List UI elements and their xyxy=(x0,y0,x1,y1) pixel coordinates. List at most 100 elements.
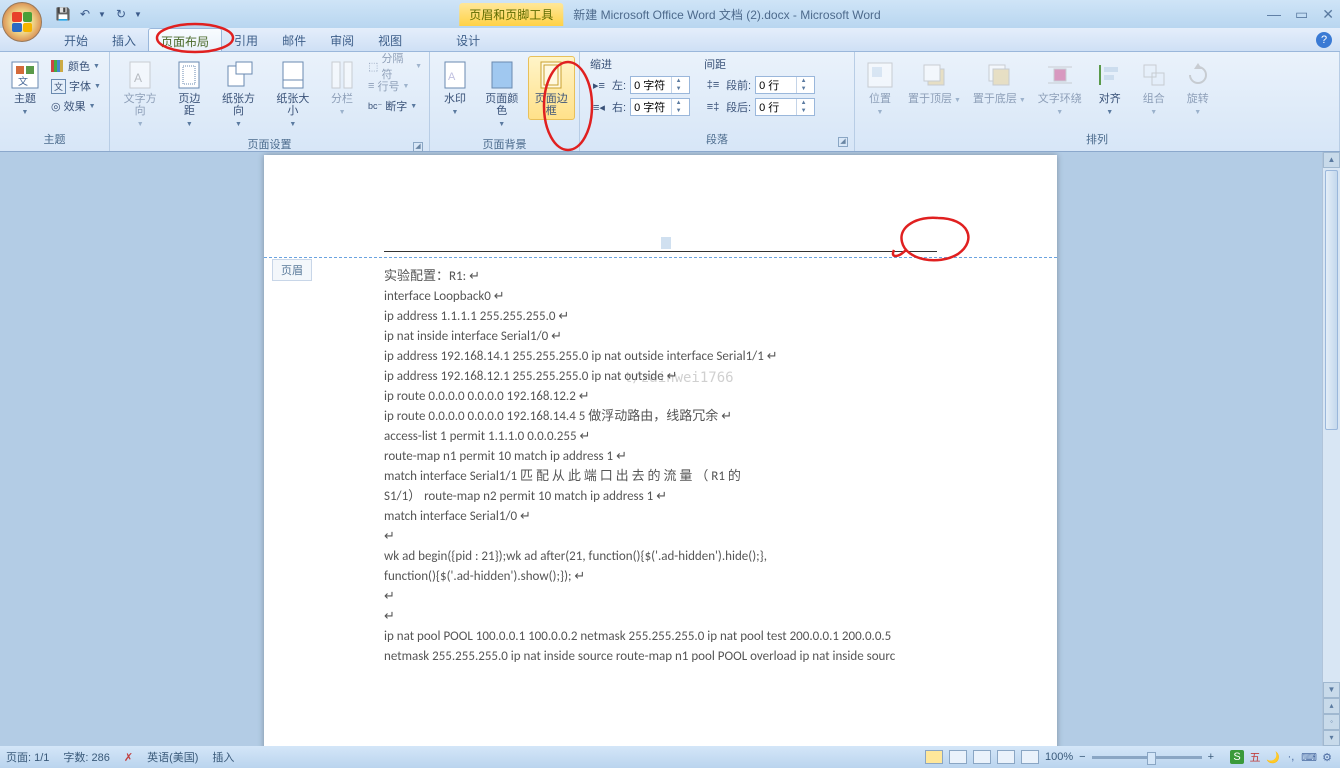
orientation-button[interactable]: 纸张方向▼ xyxy=(212,56,264,134)
columns-button[interactable]: 分栏▼ xyxy=(321,56,363,122)
theme-effects-button[interactable]: ◎效果 ▼ xyxy=(48,96,104,116)
margins-button[interactable]: 页边距▼ xyxy=(168,56,210,134)
outline-view[interactable] xyxy=(997,750,1015,764)
breaks-button[interactable]: ⬚ 分隔符 ▼ xyxy=(365,56,425,76)
print-layout-view[interactable] xyxy=(925,750,943,764)
align-button[interactable]: 对齐▼ xyxy=(1089,56,1131,122)
group-label-page-background: 页面背景 xyxy=(434,134,575,154)
scroll-thumb[interactable] xyxy=(1325,170,1338,430)
document-body[interactable]: 实验配置：R1: ↵ interface Loopback0 ↵ ip addr… xyxy=(384,267,987,667)
rotate-button[interactable]: 旋转▼ xyxy=(1177,56,1219,122)
tab-home[interactable]: 开始 xyxy=(52,28,100,51)
draft-view[interactable] xyxy=(1021,750,1039,764)
space-before-label: 段前: xyxy=(726,77,751,93)
tray-icon[interactable]: S xyxy=(1230,750,1244,764)
minimize-button[interactable]: — xyxy=(1267,6,1281,23)
restore-button[interactable]: ▭ xyxy=(1295,6,1308,23)
group-label-paragraph: 段落 xyxy=(706,134,728,146)
line-numbers-button[interactable]: ≡ 行号 ▼ xyxy=(365,76,425,96)
status-bar: 页面: 1/1 字数: 286 ✗ 英语(美国) 插入 100% − + S 五… xyxy=(0,746,1340,768)
bring-front-button[interactable]: 置于顶层 ▼ xyxy=(903,56,966,110)
tray-icon[interactable]: 🌙 xyxy=(1266,750,1280,764)
help-button[interactable]: ? xyxy=(1316,32,1332,48)
paragraph-launcher[interactable]: ◢ xyxy=(838,137,848,147)
group-paragraph: 缩进 ▸≡左:▲▼ ≡◂右:▲▼ 间距 ‡≡段前:▲▼ ≡‡段后:▲▼ 段落◢ xyxy=(580,52,855,151)
group-label-page-setup: 页面设置 xyxy=(248,139,292,151)
indent-label: 缩进 xyxy=(590,56,690,74)
zoom-level[interactable]: 100% xyxy=(1045,751,1073,763)
office-button[interactable] xyxy=(2,2,42,42)
status-language[interactable]: 英语(美国) xyxy=(147,749,198,765)
page-borders-button[interactable]: 页面边框 xyxy=(528,56,576,120)
group-label-arrange: 排列 xyxy=(859,129,1335,149)
space-after-input[interactable]: ▲▼ xyxy=(755,98,815,116)
fullscreen-view[interactable] xyxy=(949,750,967,764)
zoom-slider[interactable] xyxy=(1092,756,1202,759)
document-area[interactable]: 页眉 t/zainwei1766 实验配置：R1: ↵ interface Lo… xyxy=(0,152,1340,746)
browse-object-button[interactable]: ◦ xyxy=(1323,714,1340,730)
system-tray: S 五 🌙 ·, ⌨ ⚙ xyxy=(1230,750,1334,764)
scroll-up-button[interactable]: ▲ xyxy=(1323,152,1340,168)
status-page[interactable]: 页面: 1/1 xyxy=(6,749,49,765)
theme-colors-button[interactable]: 颜色 ▼ xyxy=(48,56,104,76)
quick-access-toolbar: 💾 ↶ ▼ ↻ ▼ xyxy=(54,5,144,23)
page: 页眉 t/zainwei1766 实验配置：R1: ↵ interface Lo… xyxy=(264,155,1057,746)
themes-button[interactable]: 文 主题▼ xyxy=(4,56,46,122)
vertical-scrollbar[interactable]: ▲ ▼ ▴ ◦ ▾ xyxy=(1322,152,1340,746)
tab-page-layout[interactable]: 页面布局 xyxy=(148,28,222,51)
title-bar: 💾 ↶ ▼ ↻ ▼ 页眉和页脚工具 新建 Microsoft Office Wo… xyxy=(0,0,1340,28)
web-layout-view[interactable] xyxy=(973,750,991,764)
save-icon[interactable]: 💾 xyxy=(54,5,72,23)
proofing-icon[interactable]: ✗ xyxy=(124,751,133,764)
undo-dropdown[interactable]: ▼ xyxy=(98,10,108,19)
group-label-themes: 主题 xyxy=(4,129,105,149)
svg-text:A: A xyxy=(448,71,456,83)
header-boundary xyxy=(264,257,1057,258)
tab-references[interactable]: 引用 xyxy=(222,28,270,51)
hyphenation-button[interactable]: bc⁻ 断字 ▼ xyxy=(365,96,425,116)
undo-icon[interactable]: ↶ xyxy=(76,5,94,23)
tab-review[interactable]: 审阅 xyxy=(318,28,366,51)
tab-view[interactable]: 视图 xyxy=(366,28,414,51)
space-before-input[interactable]: ▲▼ xyxy=(755,76,815,94)
close-button[interactable]: ✕ xyxy=(1322,6,1334,23)
qat-customize[interactable]: ▼ xyxy=(134,10,144,19)
tray-icon[interactable]: ⚙ xyxy=(1320,750,1334,764)
indent-left-input[interactable]: ▲▼ xyxy=(630,76,690,94)
page-setup-launcher[interactable]: ◢ xyxy=(413,142,423,152)
tray-icon[interactable]: 五 xyxy=(1248,750,1262,764)
redo-icon[interactable]: ↻ xyxy=(112,5,130,23)
text-wrap-button[interactable]: 文字环绕▼ xyxy=(1033,56,1087,122)
tab-mailings[interactable]: 邮件 xyxy=(270,28,318,51)
ribbon-tabs: 开始 插入 页面布局 引用 邮件 审阅 视图 设计 ? xyxy=(0,28,1340,52)
status-word-count[interactable]: 字数: 286 xyxy=(63,749,109,765)
space-after-icon: ≡‡ xyxy=(704,100,722,114)
prev-page-button[interactable]: ▴ xyxy=(1323,698,1340,714)
contextual-tab-label: 页眉和页脚工具 xyxy=(459,3,563,26)
tab-design[interactable]: 设计 xyxy=(444,28,492,51)
tray-icon[interactable]: ⌨ xyxy=(1302,750,1316,764)
position-button[interactable]: 位置▼ xyxy=(859,56,901,122)
ribbon: 文 主题▼ 颜色 ▼ 文字体 ▼ ◎效果 ▼ 主题 A文字方向▼ 页边距▼ 纸张… xyxy=(0,52,1340,152)
indent-right-label: 右: xyxy=(612,99,626,115)
group-arrange: 位置▼ 置于顶层 ▼ 置于底层 ▼ 文字环绕▼ 对齐▼ 组合▼ 旋转▼ 排列 xyxy=(855,52,1340,151)
text-direction-button[interactable]: A文字方向▼ xyxy=(114,56,166,134)
header-tag[interactable]: 页眉 xyxy=(272,259,312,281)
page-size-button[interactable]: 纸张大小▼ xyxy=(267,56,319,134)
watermark-button[interactable]: A水印▼ xyxy=(434,56,476,122)
document-title: 新建 Microsoft Office Word 文档 (2).docx - M… xyxy=(573,6,880,23)
group-page-background: A水印▼ 页面颜色▼ 页面边框 页面背景 xyxy=(430,52,580,151)
tab-insert[interactable]: 插入 xyxy=(100,28,148,51)
theme-fonts-button[interactable]: 文字体 ▼ xyxy=(48,76,104,96)
next-page-button[interactable]: ▾ xyxy=(1323,730,1340,746)
page-color-button[interactable]: 页面颜色▼ xyxy=(478,56,526,134)
send-back-button[interactable]: 置于底层 ▼ xyxy=(968,56,1031,110)
tray-icon[interactable]: ·, xyxy=(1284,750,1298,764)
scroll-down-button[interactable]: ▼ xyxy=(1323,682,1340,698)
group-button[interactable]: 组合▼ xyxy=(1133,56,1175,122)
zoom-in-button[interactable]: + xyxy=(1208,751,1214,763)
group-page-setup: A文字方向▼ 页边距▼ 纸张方向▼ 纸张大小▼ 分栏▼ ⬚ 分隔符 ▼ ≡ 行号… xyxy=(110,52,430,151)
status-insert-mode[interactable]: 插入 xyxy=(212,749,234,765)
zoom-out-button[interactable]: − xyxy=(1079,751,1085,763)
indent-right-input[interactable]: ▲▼ xyxy=(630,98,690,116)
